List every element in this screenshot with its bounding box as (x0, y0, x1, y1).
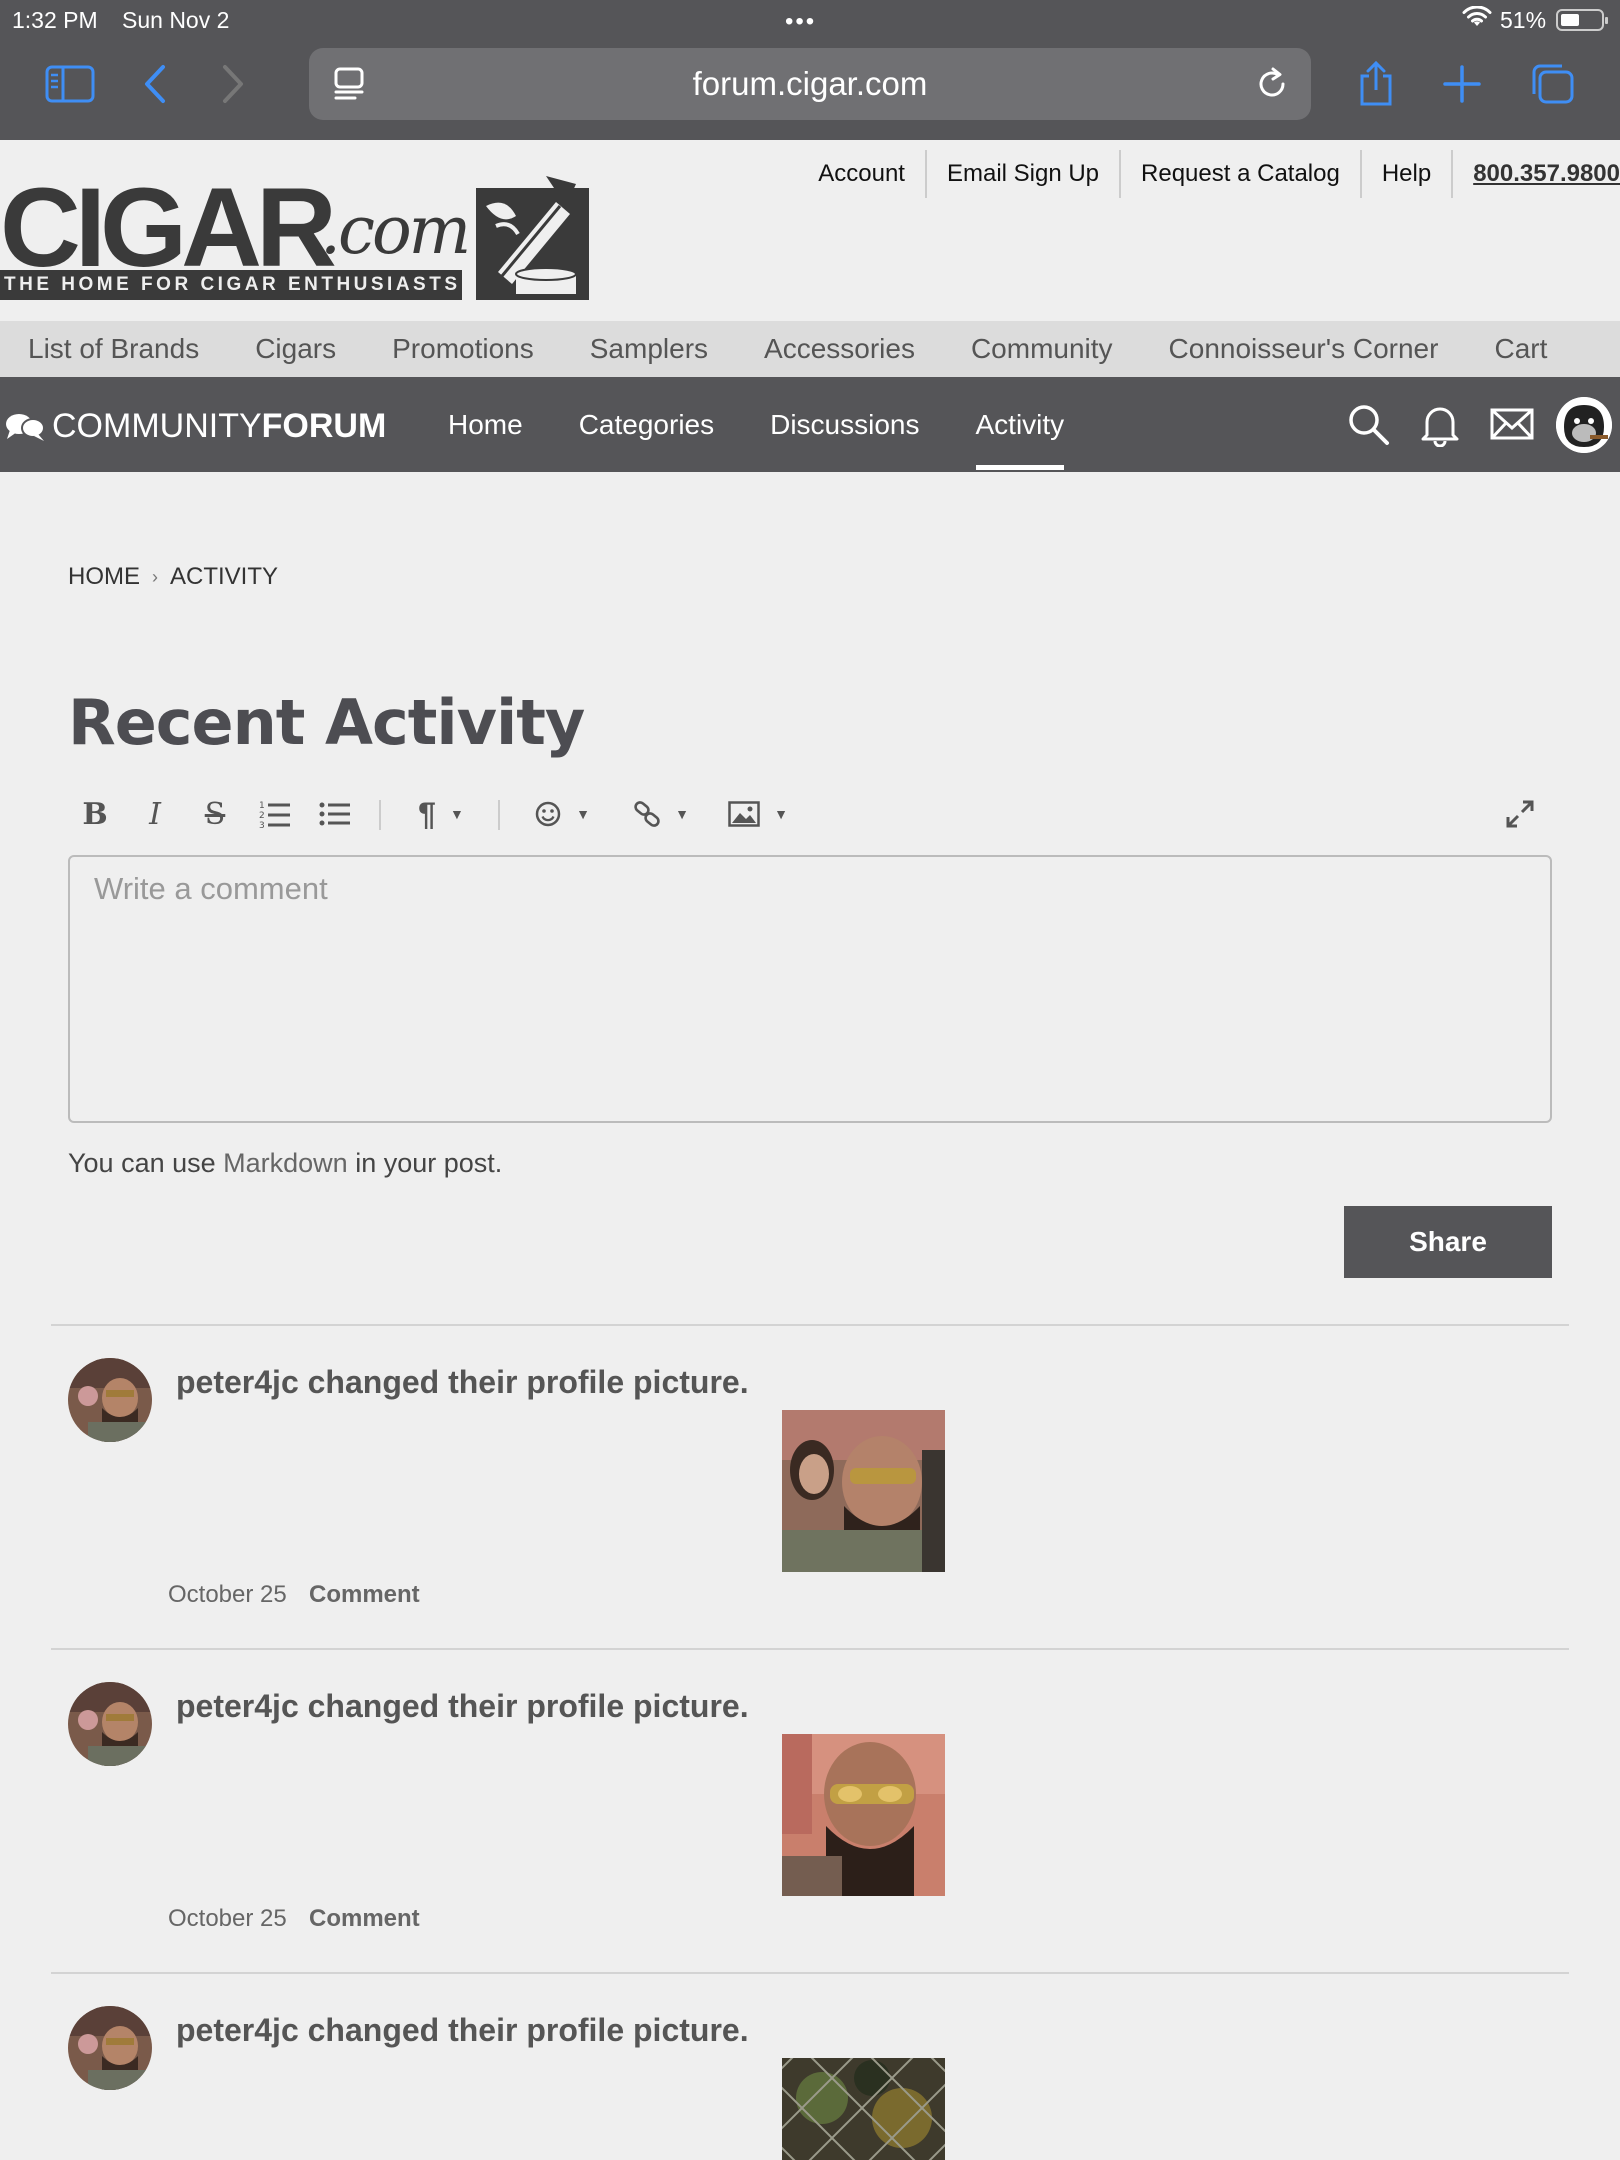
activity-profile-image[interactable] (782, 1734, 945, 1896)
search-icon[interactable] (1345, 401, 1391, 447)
feed-divider (51, 1324, 1569, 1326)
link-icon[interactable]: ▼ (624, 790, 698, 838)
back-icon[interactable] (130, 60, 182, 108)
activity-avatar[interactable] (68, 1682, 152, 1766)
feed-divider (51, 1648, 1569, 1650)
forum-logo-forum: FORUM (261, 406, 387, 445)
nav-accessories[interactable]: Accessories (764, 333, 915, 365)
share-sheet-icon[interactable] (1350, 60, 1402, 108)
ordered-list-icon[interactable]: 123 (258, 790, 292, 838)
request-catalog-link[interactable]: Request a Catalog (1121, 150, 1362, 198)
help-link[interactable]: Help (1362, 150, 1454, 198)
svg-text:3: 3 (259, 821, 265, 829)
fullscreen-icon[interactable] (1502, 790, 1538, 838)
status-date: Sun Nov 2 (122, 7, 230, 33)
activity-avatar[interactable] (68, 2006, 152, 2090)
comment-link[interactable]: Comment (309, 1905, 420, 1933)
forum-nav-activity[interactable]: Activity (948, 377, 1093, 472)
markdown-note-suffix: in your post. (347, 1148, 503, 1178)
phone-link[interactable]: 800.357.9800 (1453, 150, 1620, 198)
logo-cigar-emblem-icon (476, 176, 589, 300)
activity-date: October 25 (168, 1905, 287, 1932)
chat-bubbles-icon (6, 414, 45, 441)
nav-connoisseurs-corner[interactable]: Connoisseur's Corner (1169, 333, 1439, 365)
svg-text:1: 1 (259, 801, 265, 811)
activity-text: peter4jc changed their profile picture. (176, 2012, 749, 2048)
browser-chrome: 1:32 PM Sun Nov 2 ••• 51% forum.cigar.co… (0, 0, 1620, 140)
wifi-icon (1462, 6, 1492, 26)
activity-text: peter4jc changed their profile picture. (176, 1688, 749, 1724)
paragraph-icon[interactable]: ¶ ▼ (404, 790, 478, 838)
feed-divider (51, 1972, 1569, 1974)
email-signup-link[interactable]: Email Sign Up (927, 150, 1122, 198)
forum-nav: Home Categories Discussions Activity (420, 377, 1092, 472)
breadcrumb-separator: › (152, 566, 158, 587)
account-link[interactable]: Account (798, 150, 927, 198)
activity-date: October 25 (168, 1581, 287, 1608)
toolbar-divider (498, 800, 500, 830)
markdown-note-prefix: You can use (68, 1148, 224, 1178)
logo-dotcom: .com (320, 192, 471, 269)
forum-nav-home[interactable]: Home (420, 377, 551, 472)
reload-icon[interactable] (1253, 65, 1291, 103)
battery-icon (1556, 9, 1608, 31)
forum-logo-community: COMMUNITY (52, 406, 262, 445)
nav-community[interactable]: Community (971, 333, 1113, 365)
nav-cart[interactable]: Cart (1494, 333, 1547, 365)
breadcrumb: HOME › ACTIVITY (68, 563, 278, 591)
main-nav: List of Brands Cigars Promotions Sampler… (0, 321, 1620, 377)
nav-promotions[interactable]: Promotions (392, 333, 534, 365)
page-title: Recent Activity (68, 686, 585, 759)
url-text: forum.cigar.com (692, 65, 928, 102)
forum-nav-discussions[interactable]: Discussions (742, 377, 947, 472)
strikethrough-icon[interactable]: S (198, 790, 232, 838)
emoji-icon[interactable]: ▼ (524, 790, 600, 838)
community-forum-logo[interactable]: COMMUNITY FORUM (4, 403, 386, 449)
bold-icon[interactable]: B (80, 790, 110, 838)
share-button[interactable]: Share (1344, 1206, 1552, 1278)
utility-nav: Account Email Sign Up Request a Catalog … (798, 150, 1620, 198)
tabs-overview-icon[interactable] (1526, 60, 1578, 108)
forum-nav-categories[interactable]: Categories (551, 377, 742, 472)
activity-avatar[interactable] (68, 1358, 152, 1442)
nav-cigars[interactable]: Cigars (255, 333, 336, 365)
breadcrumb-activity[interactable]: ACTIVITY (170, 563, 278, 591)
markdown-note: You can use Markdown in your post. (68, 1148, 502, 1179)
site-logo[interactable]: CIGAR .com THE HOME FOR CIGAR ENTHUSIAST… (0, 172, 600, 302)
toolbar-divider (379, 800, 381, 830)
forward-icon[interactable] (206, 60, 258, 108)
nav-samplers[interactable]: Samplers (590, 333, 708, 365)
inbox-envelope-icon[interactable] (1489, 401, 1535, 447)
address-bar[interactable]: forum.cigar.com (309, 48, 1311, 120)
notifications-bell-icon[interactable] (1417, 401, 1463, 447)
activity-profile-image[interactable] (782, 2058, 945, 2160)
comment-input[interactable] (70, 857, 1550, 1121)
user-avatar[interactable] (1556, 397, 1612, 453)
logo-wordmark: CIGAR (0, 165, 337, 290)
logo-tagline: THE HOME FOR CIGAR ENTHUSIASTS (0, 270, 462, 300)
sidebar-toggle-icon[interactable] (44, 60, 96, 108)
status-bar: 1:32 PM Sun Nov 2 ••• 51% (0, 0, 1620, 40)
italic-icon[interactable]: I (140, 790, 170, 838)
battery-percent: 51% (1500, 7, 1547, 33)
avatar-gorilla-icon (1556, 397, 1612, 453)
bullet-list-icon[interactable] (318, 790, 352, 838)
svg-text:2: 2 (259, 811, 265, 821)
new-tab-icon[interactable] (1436, 60, 1488, 108)
nav-list-of-brands[interactable]: List of Brands (28, 333, 199, 365)
status-time: 1:32 PM (12, 7, 98, 33)
editor-toolbar: B I S 123 ¶ ▼ ▼ ▼ ▼ (68, 790, 1552, 838)
markdown-link[interactable]: Markdown (223, 1148, 348, 1178)
image-icon[interactable]: ▼ (722, 790, 794, 838)
forum-header: COMMUNITY FORUM Home Categories Discussio… (0, 377, 1620, 472)
activity-profile-image[interactable] (782, 1410, 945, 1572)
activity-text: peter4jc changed their profile picture. (176, 1364, 749, 1400)
breadcrumb-home[interactable]: HOME (68, 563, 140, 591)
comment-link[interactable]: Comment (309, 1581, 420, 1609)
comment-editor[interactable] (68, 855, 1552, 1123)
multitasking-dots-icon[interactable]: ••• (785, 8, 816, 36)
